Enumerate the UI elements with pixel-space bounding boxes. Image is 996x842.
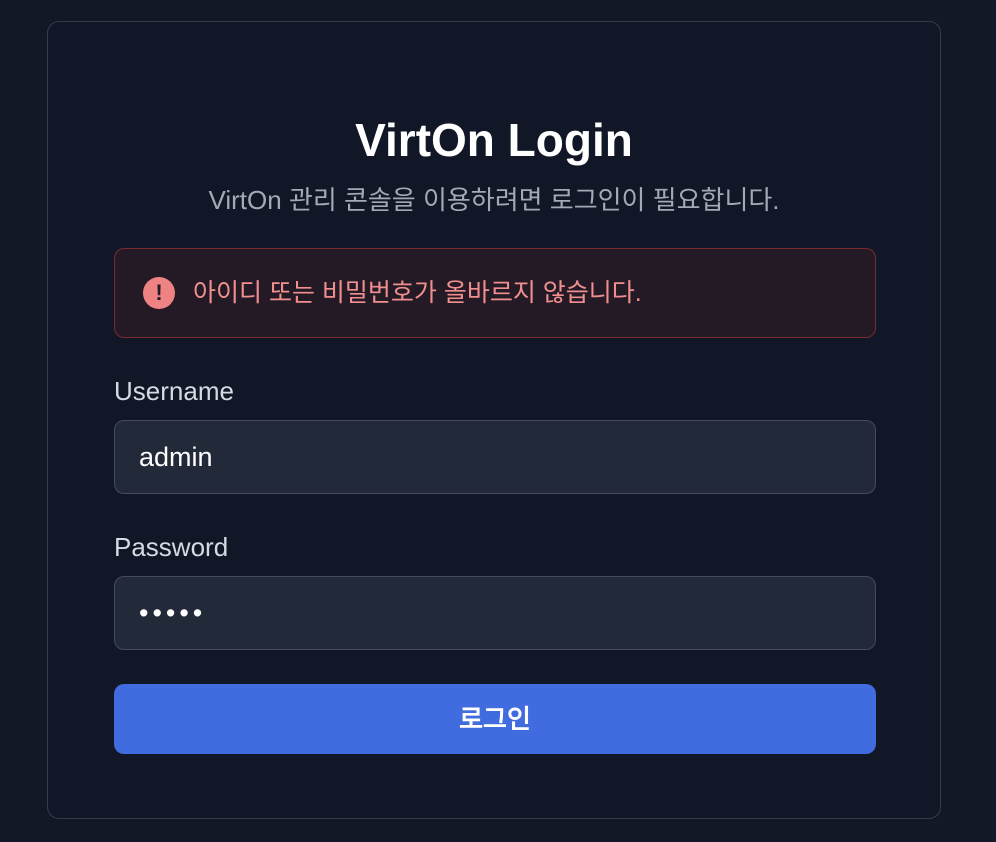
page-subtitle: VirtOn 관리 콘솔을 이용하려면 로그인이 필요합니다.: [208, 185, 780, 215]
login-button[interactable]: 로그인: [114, 684, 876, 754]
page-title: VirtOn Login: [355, 114, 633, 166]
username-input[interactable]: [114, 420, 876, 494]
error-alert: ! 아이디 또는 비밀번호가 올바르지 않습니다.: [114, 248, 876, 338]
password-label: Password: [114, 532, 229, 562]
username-label: Username: [114, 376, 234, 406]
password-input[interactable]: [114, 576, 876, 650]
alert-circle-icon: !: [143, 277, 175, 309]
login-card: VirtOn Login VirtOn 관리 콘솔을 이용하려면 로그인이 필요…: [47, 21, 941, 819]
error-message: 아이디 또는 비밀번호가 올바르지 않습니다.: [193, 279, 642, 307]
